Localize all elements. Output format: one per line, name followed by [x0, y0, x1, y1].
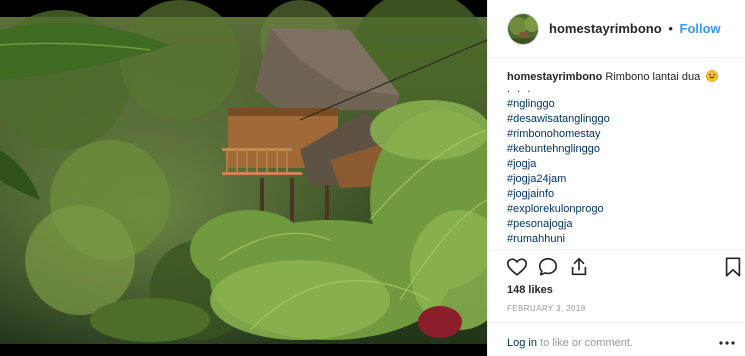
- action-bar: [506, 256, 741, 280]
- hashtag-link[interactable]: #desawisatanglinggo: [507, 112, 739, 127]
- hashtag-link[interactable]: #jogja24jam: [507, 172, 739, 187]
- grinning-face-emoji-icon: [706, 70, 719, 82]
- divider: [488, 249, 745, 250]
- header-separator: •: [668, 21, 673, 36]
- login-link[interactable]: Log in: [507, 337, 537, 349]
- heart-icon[interactable]: [506, 256, 528, 278]
- caption-text: Rimbono lantai dua: [605, 71, 701, 83]
- likes-count[interactable]: 148 likes: [507, 284, 553, 296]
- post-photo[interactable]: [0, 0, 487, 356]
- hashtag-link[interactable]: #jogja: [507, 157, 739, 172]
- hashtag-link[interactable]: #rumahhuni: [507, 232, 739, 247]
- hashtag-link[interactable]: #nglinggo: [507, 97, 739, 112]
- follow-button[interactable]: Follow: [680, 21, 721, 36]
- hashtag-link[interactable]: #rimbonohomestay: [507, 127, 739, 142]
- avatar[interactable]: [507, 12, 539, 45]
- caption-username[interactable]: homestayrimbono: [507, 71, 602, 83]
- login-prompt: Log in to like or comment.: [507, 337, 633, 349]
- comment-footer: Log in to like or comment.: [488, 322, 745, 356]
- hashtag-link[interactable]: #kebuntehnglinggo: [507, 142, 739, 157]
- hashtag-link[interactable]: #pesonajogja: [507, 217, 739, 232]
- header-username[interactable]: homestayrimbono: [549, 21, 662, 36]
- post-details-panel: homestayrimbono • Follow homestayrimbono…: [487, 0, 745, 356]
- login-prompt-text: to like or comment.: [536, 337, 633, 349]
- bookmark-icon[interactable]: [722, 256, 744, 278]
- post-date: FEBRUARY 3, 2018: [507, 304, 586, 313]
- hashtag-link[interactable]: #jogjainfo: [507, 187, 739, 202]
- comment-icon[interactable]: [537, 256, 559, 278]
- share-icon[interactable]: [568, 256, 590, 278]
- caption-dots: . . .: [507, 83, 533, 95]
- more-options-icon[interactable]: [718, 335, 736, 345]
- post-photo-image: [0, 0, 487, 356]
- hashtag-link[interactable]: #explorekulonprogo: [507, 202, 739, 217]
- post-header: homestayrimbono • Follow: [488, 0, 745, 58]
- post-caption: homestayrimbono Rimbono lantai dua . . .…: [507, 70, 739, 247]
